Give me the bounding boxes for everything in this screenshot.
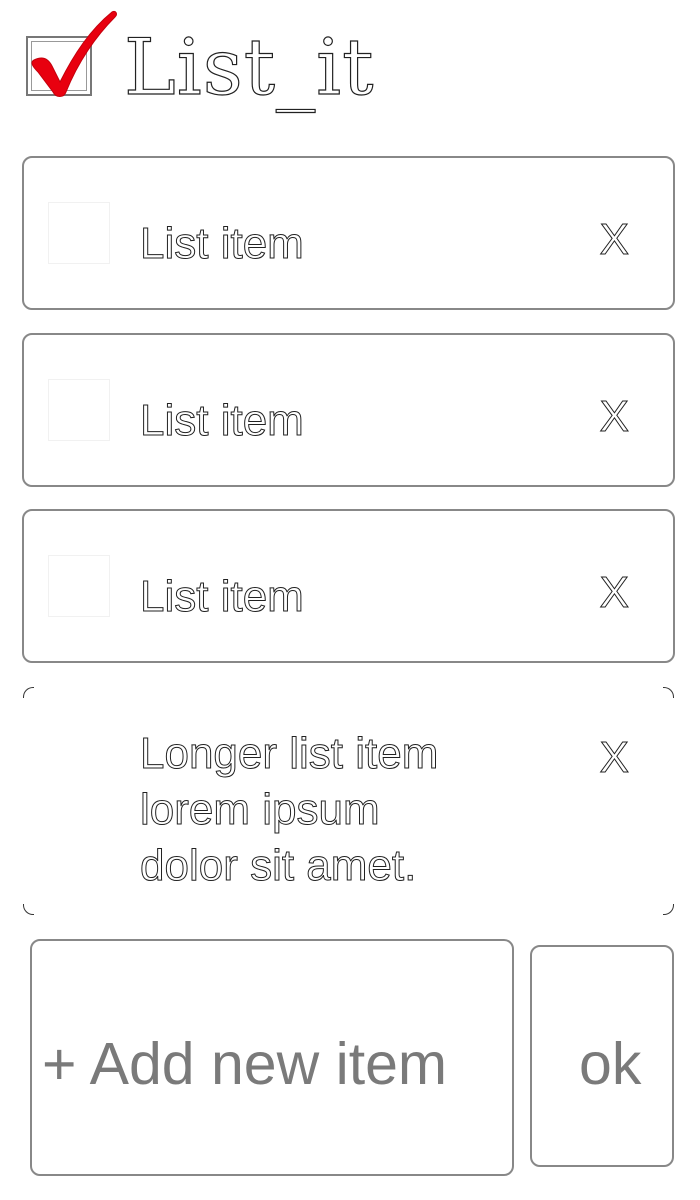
add-item-label: + Add new item [42,1031,448,1097]
item-label: List item [140,396,305,446]
card-corner [663,687,674,698]
card-corner [663,904,674,915]
delete-item-button[interactable]: X [599,565,629,621]
delete-item-button[interactable]: X [599,389,629,445]
add-item-input[interactable]: + Add new item [30,939,514,1176]
item-checkbox[interactable] [48,379,110,441]
card-corner [23,904,34,915]
checkmark-icon [31,11,117,97]
list-item: List item X [22,156,675,310]
card-corner [23,687,34,698]
app-header: List_it [0,0,700,140]
item-label: List item [140,572,305,622]
delete-item-button[interactable]: X [599,212,629,268]
app-title: List_it [123,22,375,113]
ok-label: ok [579,1031,642,1097]
delete-item-button[interactable]: X [599,730,629,786]
list-item: List item X [22,333,675,487]
item-label: Longer list item lorem ipsum dolor sit a… [139,729,439,891]
list-item: List item X [22,509,675,663]
list-item: Longer list item lorem ipsum dolor sit a… [22,686,675,916]
item-checkbox[interactable] [48,555,110,617]
ok-button[interactable]: ok [530,945,674,1167]
item-label: List item [140,219,305,269]
item-checkbox[interactable] [48,202,110,264]
